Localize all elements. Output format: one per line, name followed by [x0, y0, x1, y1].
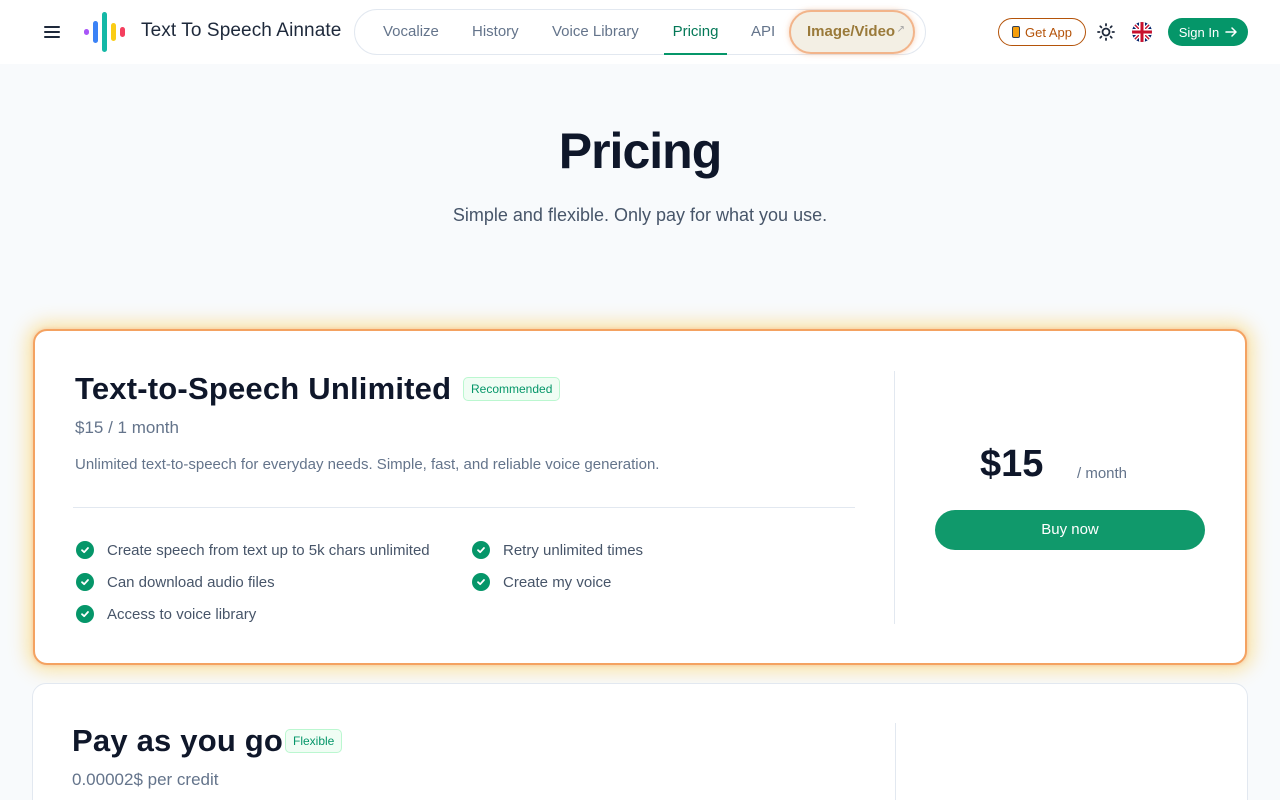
nav-vocalize[interactable]: Vocalize	[383, 10, 439, 54]
sign-in-button[interactable]: Sign In	[1168, 18, 1248, 46]
card-vertical-divider	[894, 371, 895, 624]
card-divider	[73, 507, 855, 508]
feature-label: Retry unlimited times	[503, 541, 644, 559]
logo-icon[interactable]	[82, 12, 130, 52]
feature-item: Create my voice	[472, 573, 611, 591]
check-circle-icon	[472, 541, 490, 559]
feature-item: Can download audio files	[76, 573, 275, 591]
flexible-badge: Flexible	[285, 729, 343, 753]
feature-label: Access to voice library	[107, 605, 257, 623]
phone-icon	[1012, 26, 1020, 38]
plan-description: Unlimited text-to-speech for everyday ne…	[75, 456, 660, 473]
nav-voice-library[interactable]: Voice Library	[552, 10, 639, 54]
arrow-right-icon	[1225, 27, 1237, 37]
recommended-badge: Recommended	[463, 377, 561, 401]
feature-label: Create speech from text up to 5k chars u…	[107, 541, 430, 559]
plan-big-price: $15	[980, 443, 1044, 485]
main-nav: Vocalize History Voice Library Pricing A…	[354, 9, 926, 55]
get-app-label: Get App	[1025, 24, 1072, 40]
feature-label: Can download audio files	[107, 573, 275, 591]
buy-now-button[interactable]: Buy now	[935, 510, 1205, 550]
check-circle-icon	[76, 605, 94, 623]
plan-price-line: 0.00002$ per credit	[72, 770, 219, 789]
feature-item: Access to voice library	[76, 605, 256, 623]
plan-name: Pay as you go	[72, 723, 284, 758]
page-title: Pricing	[558, 123, 722, 179]
nav-image-video-label: Image/Video	[807, 23, 896, 40]
feature-item: Retry unlimited times	[472, 541, 643, 559]
nav-pricing[interactable]: Pricing	[664, 10, 727, 55]
check-circle-icon	[76, 573, 94, 591]
nav-api[interactable]: API	[751, 10, 775, 54]
page-subtitle: Simple and flexible. Only pay for what y…	[452, 205, 828, 225]
feature-label: Create my voice	[503, 573, 612, 591]
feature-item: Create speech from text up to 5k chars u…	[76, 541, 430, 559]
card-vertical-divider	[895, 723, 896, 800]
brand-name[interactable]: Text To Speech Ainnate	[141, 20, 341, 42]
plan-name: Text-to-Speech Unlimited	[75, 371, 452, 406]
hamburger-menu-icon[interactable]	[40, 20, 64, 44]
plan-period: / month	[1077, 465, 1128, 482]
nav-image-video[interactable]: Image/Video ↗	[789, 10, 915, 54]
external-link-icon: ↗	[896, 24, 905, 35]
top-navbar: Text To Speech Ainnate Vocalize History …	[0, 0, 1280, 64]
plan-price-line: $15 / 1 month	[75, 418, 179, 437]
theme-toggle-sun-icon[interactable]	[1096, 22, 1116, 42]
check-circle-icon	[472, 573, 490, 591]
check-circle-icon	[76, 541, 94, 559]
get-app-button[interactable]: Get App	[998, 18, 1086, 46]
nav-history[interactable]: History	[472, 10, 519, 54]
uk-flag-icon[interactable]	[1132, 22, 1152, 42]
sign-in-label: Sign In	[1178, 24, 1220, 40]
